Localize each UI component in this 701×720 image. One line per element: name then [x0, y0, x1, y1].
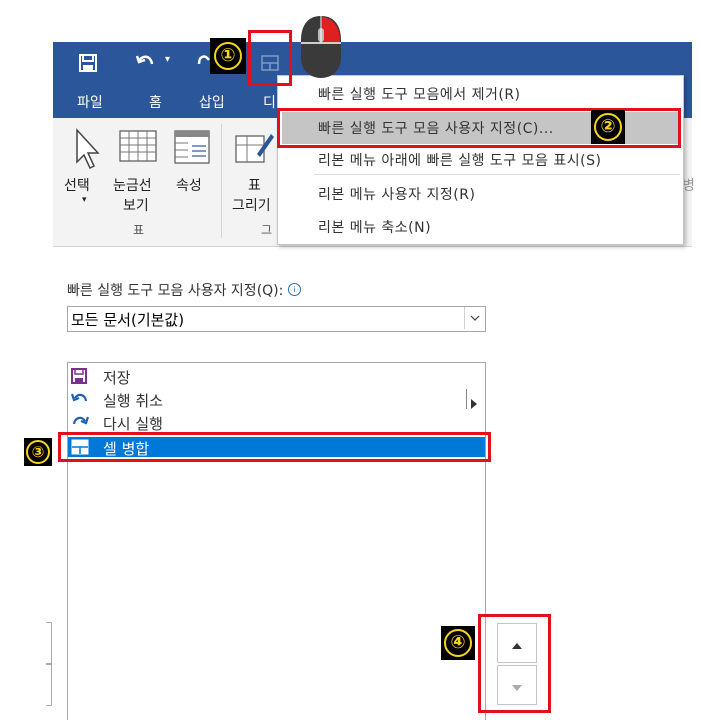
menu-item-remove-from-qat[interactable]: 빠른 실행 도구 모음에서 제거(R)	[318, 84, 521, 104]
list-item[interactable]: 저장	[68, 366, 485, 387]
undo-icon	[70, 391, 88, 407]
step-badge-4: ④	[441, 626, 475, 660]
left-edge-fragment	[46, 622, 52, 664]
gridlines-icon	[119, 130, 157, 166]
left-edge-fragment	[46, 664, 52, 706]
redo-icon[interactable]	[197, 50, 211, 74]
info-icon: i	[287, 283, 301, 296]
select-dropdown-icon[interactable]: ▾	[82, 195, 87, 205]
properties-label[interactable]: 속성	[176, 175, 202, 195]
list-item[interactable]: 실행 취소	[68, 389, 485, 410]
dropdown-selected-value: 모든 문서(기본값)	[71, 311, 185, 329]
qat-commands-list[interactable]: 저장 실행 취소 다시 실행 셀 병합	[67, 362, 486, 720]
undo-dropdown-icon[interactable]: ▾	[165, 54, 170, 65]
menu-separator	[314, 174, 680, 175]
highlight-box-merge-icon	[248, 30, 292, 86]
chevron-down-icon[interactable]	[464, 307, 485, 329]
list-item[interactable]: 다시 실행	[68, 412, 485, 433]
save-icon	[71, 368, 87, 384]
draw-group-label: 그	[261, 223, 273, 237]
qat-context-menu: 빠른 실행 도구 모음에서 제거(R) 빠른 실행 도구 모음 사용자 지정(C…	[277, 75, 684, 245]
draw-table-label[interactable]: 표	[248, 175, 261, 195]
tab-home[interactable]: 홈	[149, 92, 162, 112]
menu-item-show-qat-below[interactable]: 리본 메뉴 아래에 빠른 실행 도구 모음 표시(S)	[318, 150, 601, 170]
gridlines-label-2[interactable]: 보기	[123, 195, 149, 215]
expand-arrow-icon[interactable]	[471, 394, 477, 413]
group-divider	[221, 124, 222, 238]
mouse-right-click-icon	[298, 14, 344, 80]
list-separator	[466, 389, 467, 409]
document-scope-dropdown[interactable]: 모든 문서(기본값)	[67, 306, 486, 332]
draw-table-icon	[235, 130, 275, 168]
undo-icon[interactable]	[135, 52, 157, 72]
step-badge-2: ②	[591, 110, 625, 144]
select-label[interactable]: 선택	[64, 175, 90, 195]
menu-item-customize-ribbon[interactable]: 리본 메뉴 사용자 지정(R)	[318, 184, 475, 204]
properties-icon	[174, 130, 210, 168]
list-item-label: 저장	[103, 369, 131, 387]
tab-design[interactable]: 디	[263, 92, 276, 112]
save-icon[interactable]	[79, 54, 97, 72]
step-badge-1: ①	[210, 38, 246, 74]
highlight-box-move-buttons	[478, 614, 551, 713]
step-badge-3: ③	[24, 438, 52, 466]
tab-insert[interactable]: 삽입	[199, 92, 225, 112]
draw-table-label-2[interactable]: 그리기	[232, 195, 271, 215]
gridlines-label[interactable]: 눈금선	[113, 175, 152, 195]
select-cursor-icon	[73, 128, 101, 174]
table-group-label: 표	[133, 223, 145, 237]
tab-file[interactable]: 파일	[77, 92, 103, 112]
list-item-label: 실행 취소	[103, 392, 163, 410]
highlight-box-merge-row	[58, 432, 491, 462]
menu-item-collapse-ribbon[interactable]: 리본 메뉴 축소(N)	[318, 217, 431, 237]
customize-qat-label: 빠른 실행 도구 모음 사용자 지정(Q): i	[67, 280, 301, 300]
list-item-label: 다시 실행	[103, 415, 163, 433]
redo-icon	[71, 414, 90, 430]
